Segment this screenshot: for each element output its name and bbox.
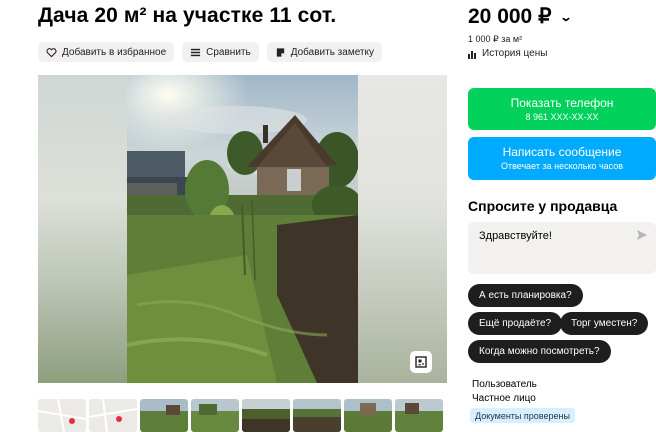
main-photo[interactable] xyxy=(127,75,358,383)
documents-verified-badge: Документы проверены xyxy=(470,408,575,423)
dacha-photo xyxy=(127,75,358,383)
chart-icon xyxy=(468,50,476,59)
compare-icon xyxy=(191,48,201,56)
thumbnail-photo[interactable] xyxy=(140,399,188,432)
compare-button[interactable]: Сравнить xyxy=(182,42,259,62)
add-favorite-label: Добавить в избранное xyxy=(62,46,167,58)
price-value: 20 000 ₽ xyxy=(468,5,552,28)
add-favorite-button[interactable]: Добавить в избранное xyxy=(38,42,175,62)
thumbnail-photo[interactable] xyxy=(293,399,341,432)
thumbnail-photo[interactable] xyxy=(395,399,443,432)
price-per-meter: 1 000 ₽ за м² xyxy=(468,34,523,44)
gallery-blur-right xyxy=(358,75,447,383)
thumbnail-photo[interactable] xyxy=(191,399,239,432)
price-history-label: История цены xyxy=(482,48,548,59)
price-history-link[interactable]: История цены xyxy=(468,48,547,59)
thumbnail-map[interactable] xyxy=(38,399,86,432)
heart-icon xyxy=(46,47,57,57)
expand-icon xyxy=(415,356,427,368)
quick-question-chip[interactable]: А есть планировка? xyxy=(468,284,583,307)
quick-question-chip[interactable]: Когда можно посмотреть? xyxy=(468,340,611,363)
add-note-button[interactable]: Добавить заметку xyxy=(266,42,382,62)
message-input[interactable]: Здравствуйте! xyxy=(468,222,656,274)
fullscreen-button[interactable] xyxy=(410,351,432,373)
photo-gallery[interactable] xyxy=(38,75,447,383)
compare-label: Сравнить xyxy=(206,46,251,58)
thumbnail-photo[interactable] xyxy=(242,399,290,432)
price-block[interactable]: 20 000 ₽ ⌄ xyxy=(468,4,573,29)
thumbnail-map[interactable] xyxy=(89,399,137,432)
seller-name[interactable]: Пользователь xyxy=(472,379,537,390)
response-time: Отвечает за несколько часов xyxy=(500,161,624,171)
ask-seller-title: Спросите у продавца xyxy=(468,198,618,214)
gallery-blur-left xyxy=(38,75,127,383)
quick-question-chip[interactable]: Ещё продаёте? xyxy=(468,312,563,335)
listing-actions: Добавить в избранное Сравнить Добавить з… xyxy=(38,42,382,62)
thumbnail-strip xyxy=(38,399,443,432)
quick-question-chip[interactable]: Торг уместен? xyxy=(560,312,649,335)
write-message-button[interactable]: Написать сообщение Отвечает за несколько… xyxy=(468,137,656,180)
listing-title: Дача 20 м² на участке 11 сот. xyxy=(38,4,337,27)
write-message-label: Написать сообщение xyxy=(502,145,622,159)
phone-number-masked: 8 961 XXX-XX-XX xyxy=(525,112,599,122)
add-note-label: Добавить заметку xyxy=(290,46,374,58)
seller-type: Частное лицо xyxy=(472,393,536,404)
note-icon xyxy=(276,47,284,57)
thumbnail-photo[interactable] xyxy=(344,399,392,432)
message-input-text: Здравствуйте! xyxy=(479,230,552,242)
show-phone-button[interactable]: Показать телефон 8 961 XXX-XX-XX xyxy=(468,88,656,130)
chevron-down-icon[interactable]: ⌄ xyxy=(560,10,573,24)
show-phone-label: Показать телефон xyxy=(510,96,614,110)
send-button[interactable] xyxy=(636,228,648,246)
send-icon xyxy=(637,230,647,240)
